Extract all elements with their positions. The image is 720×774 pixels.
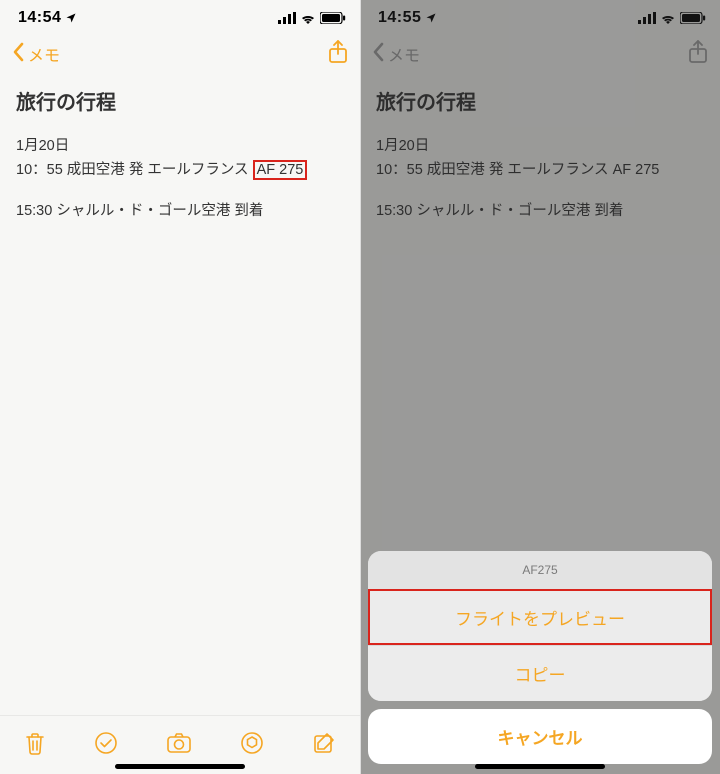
status-time: 14:54 — [18, 9, 61, 27]
note-body[interactable]: 旅行の行程 1月20日 10：55 成田空港 発 エールフランス AF 275 … — [0, 72, 360, 715]
nav-bar: メモ — [360, 36, 720, 72]
status-bar: 14:54 — [0, 0, 360, 36]
status-bar: 14:55 — [360, 0, 720, 36]
nav-bar: メモ — [0, 36, 360, 72]
compose-button[interactable] — [312, 731, 336, 760]
camera-button[interactable] — [166, 732, 192, 759]
checklist-icon — [94, 731, 118, 760]
action-sheet-group: AF275 フライトをプレビュー コピー — [368, 551, 712, 701]
compose-icon — [312, 731, 336, 760]
location-icon — [425, 12, 437, 24]
note-text: 10：55 成田空港 発 エールフランス — [16, 162, 253, 178]
share-icon — [688, 40, 708, 69]
trash-icon — [24, 731, 46, 760]
cancel-button[interactable]: キャンセル — [368, 709, 712, 764]
battery-icon — [680, 12, 706, 24]
wifi-icon — [660, 12, 676, 24]
preview-flight-button[interactable]: フライトをプレビュー — [368, 589, 712, 645]
status-time: 14:55 — [378, 9, 421, 27]
delete-button[interactable] — [24, 731, 46, 760]
camera-icon — [166, 732, 192, 759]
back-button[interactable]: メモ — [372, 42, 420, 67]
cellular-icon — [278, 12, 296, 24]
location-icon — [65, 12, 77, 24]
note-title: 旅行の行程 — [16, 86, 344, 115]
sketch-icon — [240, 731, 264, 760]
cellular-icon — [638, 12, 656, 24]
note-line: 15:30 シャルル・ド・ゴール空港 到着 — [376, 200, 704, 222]
note-line: 1月20日 — [376, 135, 704, 157]
chevron-left-icon — [372, 42, 386, 67]
flight-number-highlight[interactable]: AF 275 — [253, 160, 308, 180]
checklist-button[interactable] — [94, 731, 118, 760]
back-label: メモ — [388, 42, 420, 66]
sketch-button[interactable] — [240, 731, 264, 760]
share-icon — [328, 40, 348, 69]
note-line: 10：55 成田空港 発 エールフランス AF 275 — [16, 159, 344, 181]
battery-icon — [320, 12, 346, 24]
home-indicator[interactable] — [475, 764, 605, 769]
note-line: 15:30 シャルル・ド・ゴール空港 到着 — [16, 200, 344, 222]
note-line: 10：55 成田空港 発 エールフランス AF 275 — [376, 159, 704, 181]
wifi-icon — [300, 12, 316, 24]
action-sheet: AF275 フライトをプレビュー コピー キャンセル — [368, 551, 712, 764]
share-button[interactable] — [328, 40, 348, 69]
phone-screen-left: 14:54 メモ — [0, 0, 360, 774]
home-indicator[interactable] — [115, 764, 245, 769]
note-title: 旅行の行程 — [376, 86, 704, 115]
phone-screen-right: 14:55 メモ — [360, 0, 720, 774]
action-sheet-header: AF275 — [368, 551, 712, 589]
copy-button[interactable]: コピー — [368, 645, 712, 701]
share-button[interactable] — [688, 40, 708, 69]
back-label: メモ — [28, 42, 60, 66]
back-button[interactable]: メモ — [12, 42, 60, 67]
note-line: 1月20日 — [16, 135, 344, 157]
chevron-left-icon — [12, 42, 26, 67]
